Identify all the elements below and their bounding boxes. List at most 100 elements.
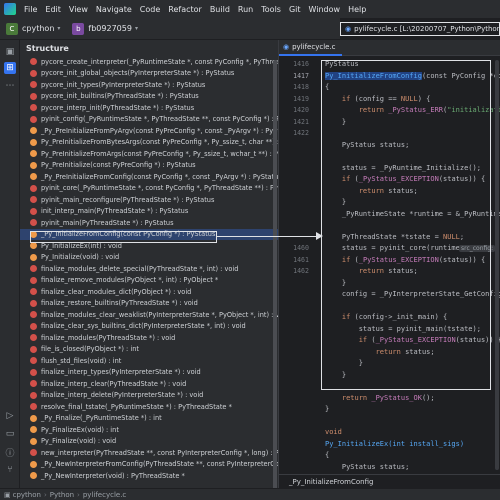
structure-item[interactable]: new_interpreter(PyThreadState **, const … — [20, 447, 278, 459]
structure-item[interactable]: finalize_modules(PyThreadState *) : void — [20, 332, 278, 344]
structure-item-label: pycore_create_interpreter(_PyRuntimeStat… — [41, 57, 278, 66]
structure-item-label: _Py_PreInitializeFromPyArgv(const PyPreC… — [41, 126, 278, 135]
structure-item[interactable]: Py_PreInitialize(const PyPreConfig *) : … — [20, 160, 278, 172]
static-function-icon — [30, 334, 37, 342]
structure-item[interactable]: _Py_NewInterpreter(void) : PyThreadState… — [20, 470, 278, 482]
status-file[interactable]: pylifecycle.c — [83, 491, 126, 499]
structure-item[interactable]: file_is_closed(PyObject *) : int — [20, 344, 278, 356]
structure-item[interactable]: finalize_interp_delete(PyInterpreterStat… — [20, 390, 278, 402]
structure-item[interactable]: pycore_init_types(PyInterpreterState *) … — [20, 79, 278, 91]
structure-tool-icon[interactable]: ⊞ — [4, 62, 16, 74]
structure-item[interactable]: pycore_init_builtins(PyThreadState *) : … — [20, 91, 278, 103]
structure-item[interactable]: finalize_modules_delete_special(PyThread… — [20, 263, 278, 275]
structure-item[interactable]: finalize_clear_sys_builtins_dict(PyInter… — [20, 321, 278, 333]
problems-tool-icon[interactable]: ⓘ — [4, 446, 16, 459]
menu-edit[interactable]: Edit — [45, 5, 61, 14]
structure-item[interactable]: flush_std_files(void) : int — [20, 355, 278, 367]
line-number: 1462 — [293, 267, 309, 275]
structure-item[interactable]: init_interp_main(PyThreadState *) : PySt… — [20, 206, 278, 218]
status-folder[interactable]: Python — [50, 491, 74, 499]
left-tool-stripe: ▣ ⊞ ⋯ ▷ ▭ ⓘ ⑂ — [0, 40, 20, 488]
structure-item[interactable]: finalize_restore_builtins(PyThreadState … — [20, 298, 278, 310]
structure-item[interactable]: pycore_init_global_objects(PyInterpreter… — [20, 68, 278, 80]
structure-item-label: pyinit_main_reconfigure(PyThreadState *)… — [41, 195, 215, 204]
structure-item[interactable]: Py_PreInitializeFromBytesArgs(const PyPr… — [20, 137, 278, 149]
structure-item-label: finalize_interp_clear(PyThreadState *) :… — [41, 379, 187, 388]
breadcrumb-function[interactable]: _Py_InitializeFromConfig — [289, 478, 373, 486]
static-function-icon — [30, 104, 37, 112]
structure-item[interactable]: finalize_clear_modules_dict(PyObject *) … — [20, 286, 278, 298]
menu-window[interactable]: Window — [309, 5, 341, 14]
line-number: 1419 — [293, 94, 309, 103]
code-line: } — [325, 405, 330, 413]
project-tool-icon[interactable]: ▣ — [4, 46, 16, 58]
menu-refactor[interactable]: Refactor — [168, 5, 202, 14]
menu-git[interactable]: Git — [289, 5, 301, 14]
static-function-icon — [30, 345, 37, 353]
terminal-tool-icon[interactable]: ▭ — [4, 428, 16, 440]
static-function-icon — [30, 196, 37, 204]
menu-build[interactable]: Build — [210, 5, 230, 14]
structure-item-label: file_is_closed(PyObject *) : int — [41, 345, 139, 354]
structure-item[interactable]: pycore_create_interpreter(_PyRuntimeStat… — [20, 56, 278, 68]
status-project[interactable]: cpython — [13, 491, 41, 499]
editor-scrollbar[interactable] — [495, 60, 499, 470]
menu-tools[interactable]: Tools — [261, 5, 281, 14]
structure-item[interactable]: _Py_PreInitializeFromPyArgv(const PyPreC… — [20, 125, 278, 137]
structure-item[interactable]: pyinit_config(_PyRuntimeState *, PyThrea… — [20, 114, 278, 126]
structure-item-label: finalize_remove_modules(PyObject *, int)… — [41, 276, 219, 285]
run-tool-icon[interactable]: ▷ — [4, 410, 16, 422]
static-function-icon — [30, 391, 37, 399]
structure-item-label: finalize_clear_modules_dict(PyObject *) … — [41, 287, 192, 296]
structure-item-label: pycore_init_builtins(PyThreadState *) : … — [41, 92, 199, 101]
structure-item[interactable]: pycore_interp_init(PyThreadState *) : Py… — [20, 102, 278, 114]
function-icon — [30, 437, 37, 445]
chevron-down-icon[interactable]: ▾ — [135, 25, 138, 32]
structure-item[interactable]: _Py_Finalize(_PyRuntimeState *) : int — [20, 413, 278, 425]
structure-item-label: Py_Finalize(void) : void — [41, 437, 117, 446]
branch-selector[interactable]: fb0927059 — [88, 24, 132, 33]
menu-file[interactable]: File — [24, 5, 37, 14]
structure-scrollbar[interactable] — [273, 60, 277, 488]
definition-preview-frame — [321, 60, 491, 390]
function-icon — [30, 127, 37, 135]
structure-item[interactable]: resolve_final_tstate(_PyRuntimeState *) … — [20, 401, 278, 413]
structure-item[interactable]: finalize_modules_clear_weaklist(PyInterp… — [20, 309, 278, 321]
menu-view[interactable]: View — [69, 5, 88, 14]
structure-item[interactable]: _Py_NewInterpreterFromConfig(PyThreadSta… — [20, 459, 278, 471]
static-function-icon — [30, 265, 37, 273]
structure-item[interactable]: finalize_interp_types(PyInterpreterState… — [20, 367, 278, 379]
menu-run[interactable]: Run — [238, 5, 253, 14]
menu-help[interactable]: Help — [348, 5, 366, 14]
selection-highlight-frame — [30, 231, 217, 243]
git-tool-icon[interactable]: ⑂ — [4, 464, 16, 476]
static-function-icon — [30, 311, 37, 319]
menu-navigate[interactable]: Navigate — [96, 5, 132, 14]
structure-item-label: Py_PreInitializeFromBytesArgs(const PyPr… — [41, 138, 278, 147]
static-function-icon — [30, 58, 37, 66]
static-function-icon — [30, 449, 37, 457]
structure-item[interactable]: finalize_remove_modules(PyObject *, int)… — [20, 275, 278, 287]
structure-item-label: Py_Initialize(void) : void — [41, 253, 120, 262]
structure-item-label: pyinit_main(PyThreadState *) : PyStatus — [41, 218, 174, 227]
tab-pylifecycle[interactable]: ◉ pylifecycle.c — [279, 40, 342, 56]
more-tools-icon[interactable]: ⋯ — [4, 80, 16, 92]
structure-item-label: finalize_clear_sys_builtins_dict(PyInter… — [41, 322, 246, 331]
structure-item[interactable]: Py_Initialize(void) : void — [20, 252, 278, 264]
menu-code[interactable]: Code — [140, 5, 160, 14]
structure-item-label: finalize_modules_delete_special(PyThread… — [41, 264, 239, 273]
chevron-down-icon[interactable]: ▾ — [57, 25, 60, 32]
structure-item[interactable]: Py_FinalizeEx(void) : int — [20, 424, 278, 436]
structure-item[interactable]: pyinit_main(PyThreadState *) : PyStatus — [20, 217, 278, 229]
structure-item[interactable]: Py_PreInitializeFromArgs(const PyPreConf… — [20, 148, 278, 160]
structure-item[interactable]: Py_Finalize(void) : void — [20, 436, 278, 448]
structure-item[interactable]: pyinit_core(_PyRuntimeState *, const PyC… — [20, 183, 278, 195]
function-icon — [30, 426, 37, 434]
project-icon: ▣ — [4, 490, 11, 499]
structure-item[interactable]: pyinit_main_reconfigure(PyThreadState *)… — [20, 194, 278, 206]
line-number: 1418 — [293, 83, 309, 91]
structure-item[interactable]: _Py_PreInitializeFromConfig(const PyConf… — [20, 171, 278, 183]
structure-item[interactable]: finalize_interp_clear(PyThreadState *) :… — [20, 378, 278, 390]
static-function-icon — [30, 69, 37, 77]
project-selector[interactable]: cpython — [22, 24, 54, 33]
